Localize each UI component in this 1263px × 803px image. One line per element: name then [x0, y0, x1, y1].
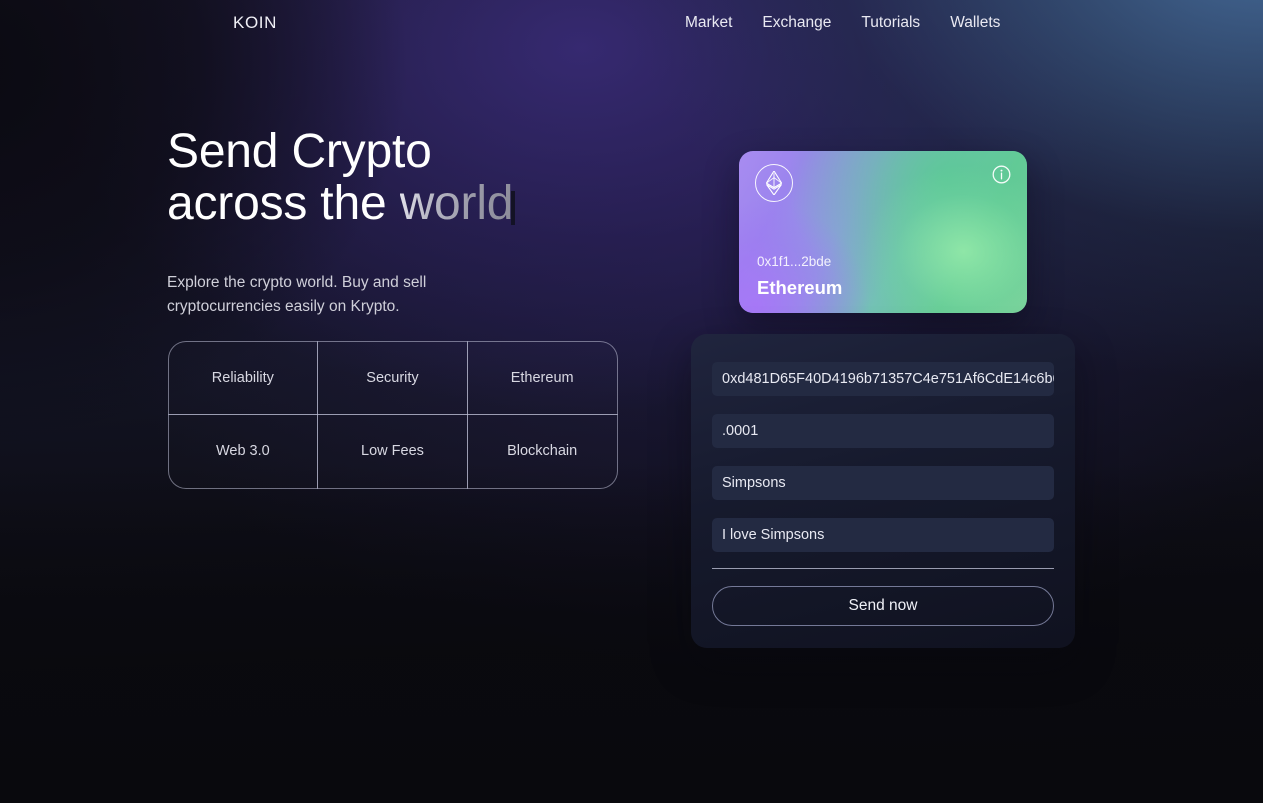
send-now-button[interactable]: Send now — [712, 586, 1054, 626]
hero-heading-plain: across the — [167, 176, 400, 230]
feature-cell-web30[interactable]: Web 3.0 — [167, 414, 319, 489]
page-title: Send Crypto across the world — [167, 125, 687, 230]
address-to-input[interactable]: 0xd481D65F40D4196b71357C4e751Af6CdE14c6b… — [712, 362, 1054, 396]
page-root: KOIN Market Exchange Tutorials Wallets S… — [0, 0, 1263, 803]
hero-heading-line-1: Send Crypto — [167, 125, 432, 178]
navbar: KOIN Market Exchange Tutorials Wallets — [0, 0, 1263, 48]
hero-section: Send Crypto across the world Explore the… — [167, 125, 687, 320]
brand-logo[interactable]: KOIN — [233, 13, 277, 33]
feature-cell-ethereum[interactable]: Ethereum — [466, 340, 618, 415]
message-input[interactable]: I love Simpsons — [712, 518, 1054, 552]
ethereum-wallet-card[interactable]: 0x1f1...2bde Ethereum — [739, 151, 1027, 313]
send-form-panel: 0xd481D65F40D4196b71357C4e751Af6CdE14c6b… — [691, 334, 1075, 648]
ethereum-icon — [755, 164, 793, 202]
feature-cell-reliability[interactable]: Reliability — [167, 340, 319, 415]
hero-subtitle: Explore the crypto world. Buy and sell c… — [167, 273, 427, 316]
feature-label: Blockchain — [507, 443, 578, 460]
nav-link-market[interactable]: Market — [685, 14, 746, 32]
wallet-network-name: Ethereum — [757, 277, 843, 298]
feature-label: Ethereum — [510, 369, 574, 386]
nav-link-tutorials[interactable]: Tutorials — [861, 14, 934, 32]
nav-link-wallets[interactable]: Wallets — [950, 14, 1014, 32]
form-divider — [712, 568, 1054, 569]
hero-heading-faded-word: world — [399, 176, 514, 230]
nav-link-exchange[interactable]: Exchange — [762, 14, 845, 32]
feature-cell-security[interactable]: Security — [317, 340, 468, 415]
feature-label: Security — [366, 369, 419, 386]
amount-input[interactable]: .0001 — [712, 414, 1054, 448]
keyword-input[interactable]: Simpsons — [712, 466, 1054, 500]
nav-links: Market Exchange Tutorials Wallets — [685, 14, 1014, 32]
text-caret — [511, 190, 516, 225]
feature-label: Reliability — [211, 369, 274, 386]
feature-cell-low-fees[interactable]: Low Fees — [317, 414, 468, 489]
wallet-address: 0x1f1...2bde — [757, 254, 832, 269]
feature-grid: Reliability Security Ethereum Web 3.0 Lo… — [167, 340, 618, 489]
hero-heading-line-2: across the world — [167, 176, 687, 230]
feature-cell-blockchain[interactable]: Blockchain — [466, 414, 618, 489]
feature-label: Web 3.0 — [215, 443, 270, 460]
info-icon[interactable] — [992, 165, 1011, 184]
feature-label: Low Fees — [361, 443, 424, 460]
